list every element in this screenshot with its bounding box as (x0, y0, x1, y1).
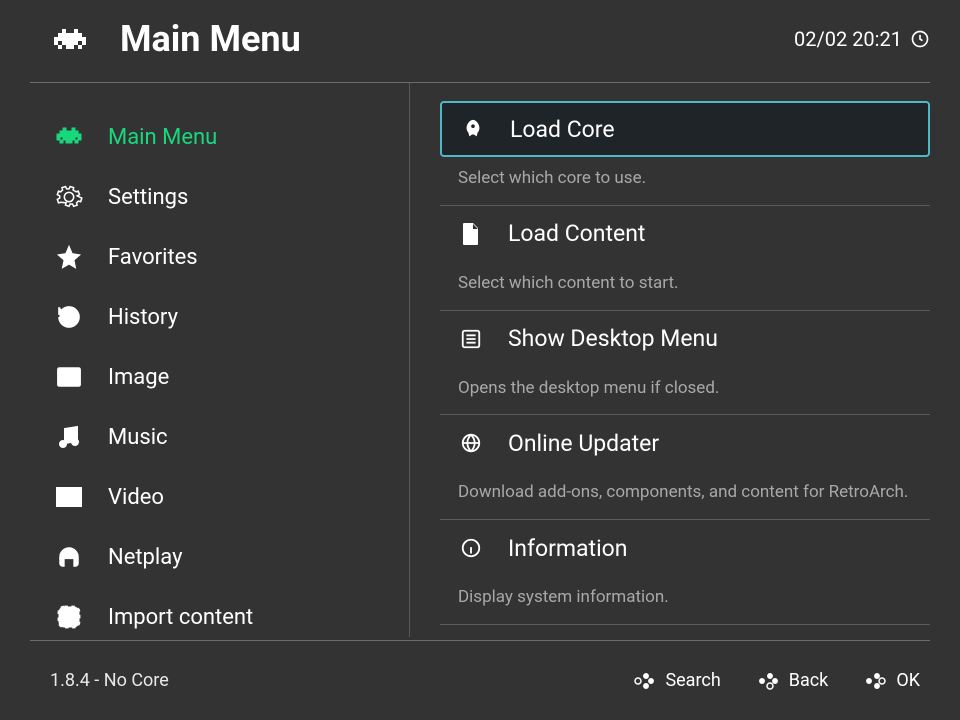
sidebar-item-video[interactable]: Video (54, 467, 409, 527)
clock-icon (910, 29, 930, 49)
menu-entry-load-content[interactable]: Load Content Select which content to sta… (440, 206, 930, 311)
sidebar: Main Menu Settings Favorites History Ima (0, 83, 410, 637)
nav-dots-icon (862, 669, 886, 693)
header: Main Menu 02/02 20:21 (30, 0, 930, 83)
menu-entry-online-updater[interactable]: Online Updater Download add-ons, compone… (440, 415, 930, 520)
add-box-icon (54, 603, 84, 631)
sidebar-item-label: Import content (108, 605, 253, 630)
datetime-text: 02/02 20:21 (794, 27, 902, 51)
star-icon (54, 244, 84, 270)
menu-entry-label: Information (508, 535, 627, 562)
sidebar-item-label: Video (108, 485, 164, 510)
footer-button-back[interactable]: Back (755, 669, 829, 693)
menu-entry-desc: Select which content to start. (440, 262, 930, 296)
content-list: Load Core Select which core to use. Load… (410, 83, 960, 637)
sidebar-item-import-content[interactable]: Import content (54, 587, 409, 647)
sidebar-item-label: Settings (108, 185, 188, 210)
nav-dots-icon (755, 669, 779, 693)
menu-entry-label: Load Content (508, 220, 645, 247)
footer: 1.8.4 - No Core Search Back OK (30, 640, 930, 720)
menu-entry-configuration-file[interactable]: Configuration File (440, 625, 930, 637)
sidebar-item-history[interactable]: History (54, 287, 409, 347)
list-icon (458, 328, 484, 350)
footer-buttons: Search Back OK (631, 669, 930, 693)
footer-button-ok[interactable]: OK (862, 669, 920, 693)
menu-entry-load-core[interactable]: Load Core Select which core to use. (440, 101, 930, 206)
page-title: Main Menu (120, 18, 301, 60)
menu-entry-desc: Download add-ons, components, and conten… (440, 471, 930, 505)
menu-entry-show-desktop-menu[interactable]: Show Desktop Menu Opens the desktop menu… (440, 311, 930, 416)
menu-entry-label: Online Updater (508, 430, 659, 457)
footer-button-label: Back (789, 670, 829, 691)
header-clock: 02/02 20:21 (794, 27, 930, 51)
footer-status: 1.8.4 - No Core (30, 670, 169, 691)
header-left: Main Menu (48, 18, 301, 60)
menu-entry-desc: Display system information. (440, 576, 930, 610)
sidebar-item-label: Favorites (108, 245, 198, 270)
headset-icon (54, 544, 84, 570)
info-icon (458, 537, 484, 559)
main-area: Main Menu Settings Favorites History Ima (0, 83, 960, 637)
sidebar-item-favorites[interactable]: Favorites (54, 227, 409, 287)
sidebar-item-netplay[interactable]: Netplay (54, 527, 409, 587)
sidebar-item-main-menu[interactable]: Main Menu (54, 107, 409, 167)
gear-icon (54, 183, 84, 211)
menu-entry-label: Show Desktop Menu (508, 325, 718, 352)
menu-entry-label: Load Core (510, 116, 615, 143)
menu-entry-desc: Opens the desktop menu if closed. (440, 367, 930, 401)
image-icon (54, 366, 84, 388)
footer-button-label: Search (665, 670, 720, 691)
invader-icon (54, 126, 84, 148)
sidebar-item-label: History (108, 305, 178, 330)
footer-button-search[interactable]: Search (631, 669, 720, 693)
file-icon (458, 222, 484, 246)
sidebar-item-settings[interactable]: Settings (54, 167, 409, 227)
app-logo-icon (48, 25, 92, 53)
nav-dots-icon (631, 669, 655, 693)
footer-button-label: OK (896, 670, 920, 691)
history-icon (54, 304, 84, 330)
sidebar-item-label: Main Menu (108, 125, 217, 150)
sidebar-item-label: Music (108, 425, 168, 450)
video-icon (54, 486, 84, 508)
globe-icon (458, 432, 484, 454)
sidebar-item-label: Netplay (108, 545, 182, 570)
music-icon (54, 424, 84, 450)
sidebar-item-music[interactable]: Music (54, 407, 409, 467)
sidebar-item-image[interactable]: Image (54, 347, 409, 407)
menu-entry-desc: Select which core to use. (440, 157, 930, 191)
menu-entry-information[interactable]: Information Display system information. (440, 520, 930, 625)
sidebar-item-label: Image (108, 365, 169, 390)
rocket-icon (460, 118, 486, 140)
